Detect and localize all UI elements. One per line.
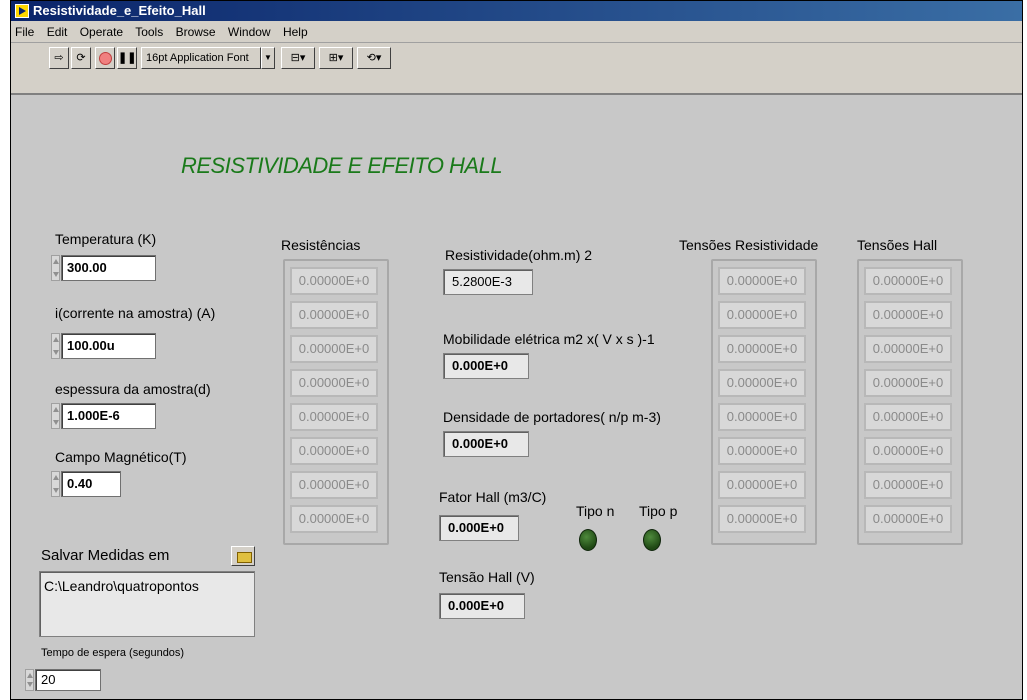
tensoes-hall-cell: 0.00000E+0: [864, 369, 952, 397]
tensoes-resistividade-cell: 0.00000E+0: [718, 403, 806, 431]
font-select[interactable]: 16pt Application Font: [141, 47, 261, 69]
tensoes-hall-cell: 0.00000E+0: [864, 471, 952, 499]
resistencias-cell: 0.00000E+0: [290, 437, 378, 465]
mobilidade-value: 0.000E+0: [443, 353, 529, 379]
tensao-hall-label: Tensão Hall (V): [439, 569, 535, 585]
tensoes-resistividade-cell: 0.00000E+0: [718, 267, 806, 295]
resistencias-cell: 0.00000E+0: [290, 505, 378, 533]
resistencias-label: Resistências: [281, 237, 361, 253]
run-arrow-icon: ⇨: [54, 52, 64, 64]
folder-browse-button[interactable]: [231, 546, 255, 566]
resistencias-cell: 0.00000E+0: [290, 403, 378, 431]
fator-hall-label: Fator Hall (m3/C): [439, 489, 547, 505]
font-dropdown-button[interactable]: ▼: [261, 47, 275, 69]
panel-heading: RESISTIVIDADE E EFEITO HALL: [181, 153, 503, 178]
run-continuous-icon: ⟳: [76, 52, 86, 64]
tensoes-hall-cell: 0.00000E+0: [864, 301, 952, 329]
tensoes-resistividade-cell: 0.00000E+0: [718, 505, 806, 533]
fator-hall-value: 0.000E+0: [439, 515, 519, 541]
espera-spinner[interactable]: [25, 669, 34, 691]
corrente-input[interactable]: 100.00u: [61, 333, 156, 359]
title-bar: Resistividade_e_Efeito_Hall: [11, 1, 1022, 21]
tensoes-hall-cell: 0.00000E+0: [864, 505, 952, 533]
salvar-label: Salvar Medidas em: [41, 547, 170, 564]
tensao-hall-value: 0.000E+0: [439, 593, 525, 619]
corrente-label: i(corrente na amostra) (A): [55, 305, 216, 321]
abort-icon: [98, 51, 112, 65]
tensoes-hall-cell: 0.00000E+0: [864, 437, 952, 465]
espessura-spinner[interactable]: [51, 403, 60, 429]
tensoes-resistividade-cell: 0.00000E+0: [718, 335, 806, 363]
front-panel: RESISTIVIDADE E EFEITO HALL Temperatura …: [11, 97, 1022, 699]
labview-app-icon: [15, 4, 29, 18]
espessura-input[interactable]: 1.000E-6: [61, 403, 156, 429]
campo-input[interactable]: 0.40: [61, 471, 121, 497]
salvar-path-field[interactable]: C:\Leandro\quatropontos: [39, 571, 255, 637]
menu-help[interactable]: Help: [283, 25, 308, 39]
mobilidade-label: Mobilidade elétrica m2 x( V x s )-1: [443, 331, 655, 347]
resistencias-cell: 0.00000E+0: [290, 369, 378, 397]
tensoes-hall-cell: 0.00000E+0: [864, 335, 952, 363]
tensoes-resistividade-label: Tensões Resistividade: [679, 237, 819, 253]
tipo-p-led: [643, 529, 661, 551]
campo-label: Campo Magnético(T): [55, 449, 187, 465]
tensoes-resistividade-cell: 0.00000E+0: [718, 471, 806, 499]
tensoes-resistividade-array: 0.00000E+0 0.00000E+0 0.00000E+0 0.00000…: [711, 259, 817, 545]
espera-input[interactable]: 20: [35, 669, 101, 691]
distribute-objects-button[interactable]: ⊞▾: [319, 47, 353, 69]
pause-button[interactable]: ❚❚: [117, 47, 137, 69]
campo-spinner[interactable]: [51, 471, 60, 497]
window-title: Resistividade_e_Efeito_Hall: [33, 3, 206, 18]
menu-operate[interactable]: Operate: [80, 25, 123, 39]
temperatura-input[interactable]: 300.00: [61, 255, 156, 281]
tensoes-hall-cell: 0.00000E+0: [864, 403, 952, 431]
tipo-n-led: [579, 529, 597, 551]
corrente-spinner[interactable]: [51, 333, 60, 359]
distribute-icon: ⊞▾: [328, 52, 344, 64]
menu-bar: File Edit Operate Tools Browse Window He…: [11, 21, 1022, 43]
labview-window: Resistividade_e_Efeito_Hall File Edit Op…: [10, 0, 1023, 700]
menu-window[interactable]: Window: [228, 25, 271, 39]
run-continuous-button[interactable]: ⟳: [71, 47, 91, 69]
temperatura-label: Temperatura (K): [55, 231, 157, 247]
toolbar: ⇨ ⟳ ❚❚ 16pt Application Font ▼ ⊟▾ ⊞▾ ⟲▾: [11, 43, 1022, 95]
reorder-button[interactable]: ⟲▾: [357, 47, 391, 69]
tipo-n-label: Tipo n: [576, 503, 615, 519]
pause-icon: ❚❚: [118, 52, 137, 64]
resistividade-value: 5.2800E-3: [443, 269, 533, 295]
tensoes-hall-array: 0.00000E+0 0.00000E+0 0.00000E+0 0.00000…: [857, 259, 963, 545]
resistencias-cell: 0.00000E+0: [290, 301, 378, 329]
tensoes-resistividade-cell: 0.00000E+0: [718, 437, 806, 465]
run-button[interactable]: ⇨: [49, 47, 69, 69]
menu-edit[interactable]: Edit: [47, 25, 68, 39]
resistencias-cell: 0.00000E+0: [290, 267, 378, 295]
font-select-label: 16pt Application Font: [146, 52, 249, 64]
menu-file[interactable]: File: [15, 25, 34, 39]
densidade-label: Densidade de portadores( n/p m-3): [443, 409, 661, 425]
resistividade-label: Resistividade(ohm.m) 2: [445, 247, 593, 263]
chevron-down-icon: ▼: [264, 53, 272, 62]
reorder-icon: ⟲▾: [366, 52, 382, 64]
menu-browse[interactable]: Browse: [176, 25, 216, 39]
tipo-p-label: Tipo p: [639, 503, 678, 519]
espessura-label: espessura da amostra(d): [55, 381, 211, 397]
align-objects-button[interactable]: ⊟▾: [281, 47, 315, 69]
abort-button[interactable]: [95, 47, 115, 69]
align-icon: ⊟▾: [290, 52, 306, 64]
tensoes-hall-cell: 0.00000E+0: [864, 267, 952, 295]
tensoes-resistividade-cell: 0.00000E+0: [718, 369, 806, 397]
resistencias-cell: 0.00000E+0: [290, 335, 378, 363]
resistencias-array: 0.00000E+0 0.00000E+0 0.00000E+0 0.00000…: [283, 259, 389, 545]
menu-tools[interactable]: Tools: [135, 25, 163, 39]
densidade-value: 0.000E+0: [443, 431, 529, 457]
temperatura-spinner[interactable]: [51, 255, 60, 281]
tensoes-resistividade-cell: 0.00000E+0: [718, 301, 806, 329]
espera-label: Tempo de espera (segundos): [41, 647, 185, 659]
tensoes-hall-label: Tensões Hall: [857, 237, 938, 253]
resistencias-cell: 0.00000E+0: [290, 471, 378, 499]
